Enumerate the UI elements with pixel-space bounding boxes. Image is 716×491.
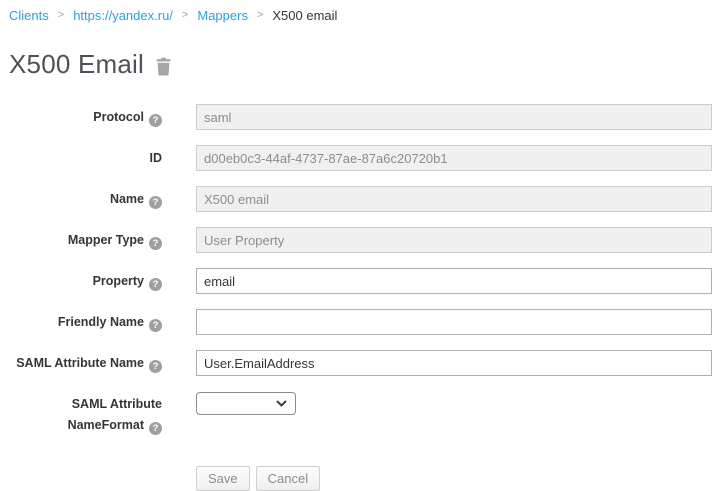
friendly-name-input[interactable] (196, 309, 712, 335)
form-row-id: ID (0, 145, 716, 171)
name-label: Name (110, 192, 144, 206)
help-icon[interactable]: ? (149, 196, 162, 209)
protocol-label: Protocol (93, 110, 144, 124)
property-input[interactable] (196, 268, 712, 294)
breadcrumb-link-mappers[interactable]: Mappers (197, 7, 248, 24)
form-row-saml-attribute-nameformat: SAML Attribute NameFormat? (0, 391, 716, 436)
mapper-type-label: Mapper Type (68, 233, 144, 247)
cancel-button[interactable]: Cancel (256, 466, 320, 491)
breadcrumb: Clients > https://yandex.ru/ > Mappers >… (0, 0, 716, 24)
breadcrumb-link-clients[interactable]: Clients (9, 7, 49, 24)
friendly-name-label: Friendly Name (58, 315, 144, 329)
form-row-protocol: Protocol? (0, 104, 716, 130)
saml-attribute-nameformat-label: SAML Attribute NameFormat (68, 397, 162, 432)
help-icon[interactable]: ? (149, 319, 162, 332)
saml-attribute-nameformat-select[interactable] (196, 392, 296, 415)
form-row-mapper-type: Mapper Type? (0, 227, 716, 253)
protocol-input (196, 104, 712, 130)
name-input (196, 186, 712, 212)
page-title: X500 Email (9, 49, 144, 80)
form-row-property: Property? (0, 268, 716, 294)
id-label: ID (150, 151, 163, 165)
trash-icon[interactable] (155, 57, 172, 76)
saml-attribute-name-input[interactable] (196, 350, 712, 376)
form-row-friendly-name: Friendly Name? (0, 309, 716, 335)
breadcrumb-separator: > (182, 7, 188, 24)
breadcrumb-link-client-url[interactable]: https://yandex.ru/ (73, 7, 173, 24)
breadcrumb-current: X500 email (272, 7, 337, 24)
help-icon[interactable]: ? (149, 114, 162, 127)
mapper-type-input (196, 227, 712, 253)
property-label: Property (93, 274, 144, 288)
help-icon[interactable]: ? (149, 278, 162, 291)
help-icon[interactable]: ? (149, 360, 162, 373)
breadcrumb-separator: > (58, 7, 64, 24)
form-row-name: Name? (0, 186, 716, 212)
breadcrumb-separator: > (257, 7, 263, 24)
help-icon[interactable]: ? (149, 422, 162, 435)
form-row-saml-attribute-name: SAML Attribute Name? (0, 350, 716, 376)
id-input (196, 145, 712, 171)
page-header: X500 Email (9, 49, 716, 80)
help-icon[interactable]: ? (149, 237, 162, 250)
form-actions: Save Cancel (196, 466, 716, 491)
mapper-form: Protocol? ID Name? Mapper Type? Property (0, 104, 716, 491)
save-button[interactable]: Save (196, 466, 250, 491)
saml-attribute-name-label: SAML Attribute Name (16, 356, 144, 370)
